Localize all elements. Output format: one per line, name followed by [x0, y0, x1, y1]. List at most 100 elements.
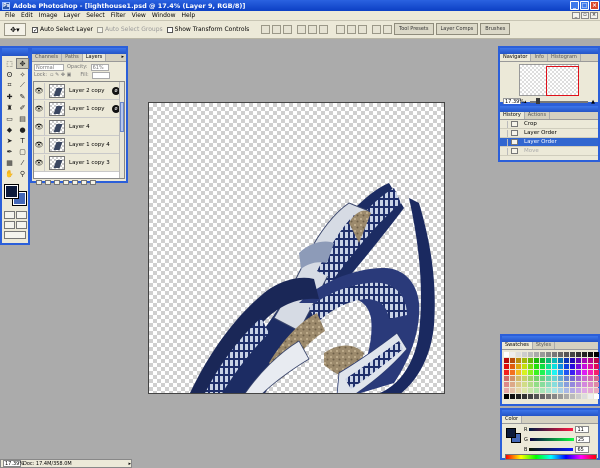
color-swatch[interactable]: [516, 370, 521, 375]
color-swatch[interactable]: [504, 352, 509, 357]
history-item[interactable]: Crop: [500, 120, 598, 129]
document-canvas[interactable]: [148, 102, 445, 394]
auto-select-layer-checkbox[interactable]: [32, 26, 38, 33]
path-selection-tool-icon[interactable]: ➤: [3, 135, 16, 146]
zoom-tool-icon[interactable]: ⚲: [16, 168, 29, 179]
tab-navigator[interactable]: Navigator: [500, 54, 532, 61]
color-swatch[interactable]: [516, 364, 521, 369]
color-swatch[interactable]: [594, 388, 599, 393]
clone-stamp-tool-icon[interactable]: ♜: [3, 102, 16, 113]
color-swatch[interactable]: [564, 388, 569, 393]
slice-tool-icon[interactable]: ⟋: [16, 80, 29, 91]
tab-info[interactable]: Info: [531, 54, 548, 61]
color-swatch[interactable]: [504, 382, 509, 387]
history-brush-source-slot[interactable]: [500, 129, 508, 137]
color-swatch[interactable]: [528, 358, 533, 363]
distribute-bottom-icon[interactable]: [358, 25, 368, 34]
color-swatch[interactable]: [510, 370, 515, 375]
menu-help[interactable]: Help: [179, 12, 199, 19]
navigator-preview[interactable]: [519, 64, 579, 96]
layer-row[interactable]: 👁 Layer 2 copy ø: [34, 82, 124, 100]
new-layer-icon[interactable]: [81, 180, 87, 185]
auto-select-groups-checkbox[interactable]: [96, 26, 103, 33]
align-left-icon[interactable]: [297, 25, 307, 34]
color-swatch[interactable]: [516, 382, 521, 387]
color-swatch[interactable]: [576, 376, 581, 381]
tab-paths[interactable]: Paths: [62, 54, 83, 61]
distribute-vcenter-icon[interactable]: [347, 25, 357, 34]
hand-tool-icon[interactable]: ✋: [3, 168, 16, 179]
distribute-hcenter-icon[interactable]: [383, 25, 393, 34]
marquee-tool-icon[interactable]: ⬚: [3, 58, 16, 69]
green-value-field[interactable]: 25: [575, 436, 590, 443]
color-swatch[interactable]: [516, 388, 521, 393]
color-swatch[interactable]: [516, 358, 521, 363]
menu-image[interactable]: Image: [36, 12, 61, 19]
color-swatch[interactable]: [576, 394, 581, 399]
color-swatch[interactable]: [534, 388, 539, 393]
delete-layer-icon[interactable]: [90, 180, 96, 185]
color-swatch[interactable]: [528, 376, 533, 381]
color-swatch[interactable]: [570, 358, 575, 363]
add-mask-icon[interactable]: [54, 180, 60, 185]
color-swatch[interactable]: [582, 370, 587, 375]
close-icon[interactable]: ×: [590, 1, 599, 10]
gradient-tool-icon[interactable]: ▤: [16, 113, 29, 124]
blur-tool-icon[interactable]: ◆: [3, 124, 16, 135]
color-swatch[interactable]: [582, 352, 587, 357]
menu-window[interactable]: Window: [149, 12, 179, 19]
notes-tool-icon[interactable]: ▦: [3, 157, 16, 168]
color-swatch[interactable]: [570, 394, 575, 399]
color-foreground-swatch[interactable]: [506, 428, 516, 438]
tab-channels[interactable]: Channels: [32, 54, 63, 61]
well-tab-layer-comps[interactable]: Layer Comps: [435, 23, 479, 35]
color-swatch[interactable]: [558, 382, 563, 387]
color-swatch[interactable]: [522, 388, 527, 393]
color-swatch[interactable]: [588, 364, 593, 369]
dodge-tool-icon[interactable]: ●: [16, 124, 29, 135]
color-swatch[interactable]: [594, 358, 599, 363]
eye-icon[interactable]: 👁: [34, 105, 44, 113]
color-swatch[interactable]: [546, 370, 551, 375]
color-swatch[interactable]: [546, 364, 551, 369]
tab-swatches[interactable]: Swatches: [502, 342, 533, 349]
history-brush-source-slot[interactable]: [500, 138, 508, 146]
color-swatch[interactable]: [534, 370, 539, 375]
tab-histogram[interactable]: Histogram: [548, 54, 581, 61]
color-swatch[interactable]: [546, 376, 551, 381]
color-swatch[interactable]: [540, 394, 545, 399]
toolbox-header[interactable]: [2, 48, 28, 56]
color-swatch[interactable]: [534, 394, 539, 399]
well-tab-tool-presets[interactable]: Tool Presets: [394, 23, 434, 35]
color-swatch[interactable]: [522, 382, 527, 387]
color-swatch[interactable]: [546, 394, 551, 399]
layer-row[interactable]: 👁 Layer 4: [34, 118, 124, 136]
color-swatch[interactable]: [582, 376, 587, 381]
color-swatch[interactable]: [594, 370, 599, 375]
color-swatch[interactable]: [510, 352, 515, 357]
color-swatch[interactable]: [510, 394, 515, 399]
eraser-tool-icon[interactable]: ▭: [3, 113, 16, 124]
color-swatch[interactable]: [582, 358, 587, 363]
color-swatch[interactable]: [594, 352, 599, 357]
color-swatch[interactable]: [510, 358, 515, 363]
eye-icon[interactable]: 👁: [34, 87, 44, 95]
color-swatch[interactable]: [588, 370, 593, 375]
color-swatch[interactable]: [540, 376, 545, 381]
red-slider[interactable]: [529, 428, 574, 431]
color-swatch[interactable]: [564, 364, 569, 369]
menu-filter[interactable]: Filter: [108, 12, 129, 19]
color-swatch[interactable]: [576, 352, 581, 357]
distribute-left-icon[interactable]: [372, 25, 382, 34]
color-swatch[interactable]: [558, 376, 563, 381]
navigator-zoom-slider[interactable]: [529, 97, 589, 105]
doc-restore-icon[interactable]: ▫: [581, 12, 589, 19]
lasso-tool-icon[interactable]: ʘ: [3, 69, 16, 80]
color-swatch[interactable]: [522, 376, 527, 381]
history-item-selected[interactable]: Layer Order: [500, 138, 598, 147]
color-swatch[interactable]: [546, 382, 551, 387]
color-swatch[interactable]: [582, 382, 587, 387]
type-tool-icon[interactable]: T: [16, 135, 29, 146]
color-swatch[interactable]: [528, 352, 533, 357]
color-swatch[interactable]: [570, 352, 575, 357]
